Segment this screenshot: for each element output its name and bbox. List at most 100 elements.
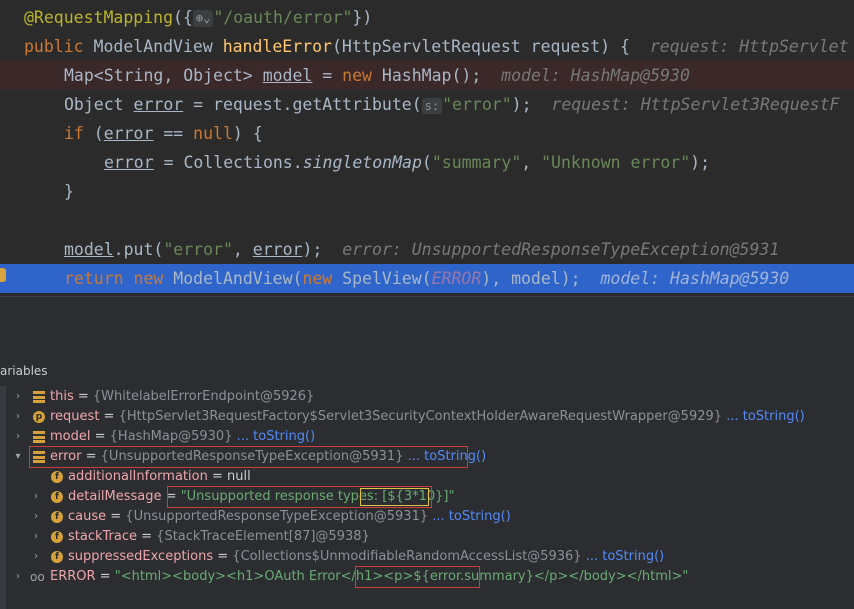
var-value: {UnsupportedResponseTypeException@5931} bbox=[125, 509, 429, 524]
mapping-path-string: "/oauth/error" bbox=[213, 8, 353, 27]
tree-row-stack-trace[interactable]: › f stackTrace = {StackTraceElement[87]@… bbox=[0, 527, 854, 547]
annotation: @RequestMapping bbox=[24, 8, 174, 27]
code-text: = Collections. bbox=[153, 153, 303, 172]
tree-row-additional-information[interactable]: f additionalInformation = null bbox=[0, 467, 854, 487]
code-text: ); bbox=[690, 153, 711, 172]
code-text: Object bbox=[64, 95, 134, 114]
keyword: new bbox=[342, 66, 372, 85]
var-value: {StackTraceElement[87]@5938} bbox=[156, 529, 370, 544]
variable: model bbox=[262, 66, 313, 85]
equals-sign: = bbox=[99, 409, 119, 424]
chevron-down-icon[interactable]: ▾ bbox=[13, 447, 23, 467]
variable: error bbox=[133, 95, 184, 114]
variables-tree[interactable]: › this = {WhitelabelErrorEndpoint@5926} … bbox=[0, 386, 854, 609]
var-name: stackTrace bbox=[68, 529, 137, 544]
keyword: null bbox=[193, 124, 233, 143]
code-text: ({ bbox=[173, 8, 193, 27]
annotation-box-error-summary bbox=[355, 566, 480, 588]
var-value: null bbox=[227, 469, 251, 484]
local-variable-icon bbox=[33, 431, 45, 443]
code-text: ( bbox=[421, 153, 432, 172]
code-text: HashMap(); bbox=[371, 66, 482, 85]
code-text: , bbox=[521, 153, 542, 172]
var-name: detailMessage bbox=[68, 489, 162, 504]
variables-panel-title: ariables bbox=[0, 364, 48, 378]
to-string-link[interactable]: ... toString() bbox=[237, 429, 316, 444]
keyword: public bbox=[24, 37, 84, 56]
method-name: handleError bbox=[222, 37, 332, 56]
parameter-icon: p bbox=[33, 411, 45, 423]
inline-value-hint: model: HashMap@5930 bbox=[600, 269, 790, 288]
code-line-1: @RequestMapping({⊕⌄ "/oauth/error"}) bbox=[0, 3, 854, 32]
string-literal: "summary" bbox=[431, 153, 522, 172]
var-value: {HashMap@5930} bbox=[109, 429, 233, 444]
keyword: return bbox=[64, 269, 124, 288]
variable: model bbox=[64, 240, 114, 259]
chevron-right-icon[interactable]: › bbox=[13, 387, 23, 407]
var-name: request bbox=[50, 409, 100, 424]
equals-sign: = bbox=[106, 509, 126, 524]
variable: error bbox=[104, 153, 154, 172]
code-text: ) { bbox=[232, 124, 263, 143]
code-line-2: public ModelAndView handleError(HttpServ… bbox=[0, 32, 854, 61]
code-text: .put( bbox=[113, 240, 164, 259]
equals-sign: = bbox=[213, 549, 233, 564]
execution-point-marker-icon[interactable] bbox=[0, 268, 6, 282]
stack-frame-icon bbox=[33, 391, 45, 403]
parameter-hint: s: bbox=[421, 97, 443, 114]
code-text: SpelView( bbox=[332, 269, 432, 288]
code-line-4: Object error = request.getAttribute(s: "e… bbox=[0, 90, 854, 119]
to-string-link[interactable]: ... toString() bbox=[432, 509, 511, 524]
chevron-right-icon[interactable]: › bbox=[13, 407, 23, 427]
code-text: = bbox=[312, 66, 343, 85]
chevron-right-icon[interactable]: › bbox=[13, 427, 23, 447]
code-editor[interactable]: @RequestMapping({⊕⌄ "/oauth/error"}) publ… bbox=[0, 0, 854, 296]
code-text: }) bbox=[352, 8, 373, 27]
chevron-right-icon[interactable]: › bbox=[31, 487, 41, 507]
equals-sign: = bbox=[95, 569, 115, 584]
tree-row-cause[interactable]: › f cause = {UnsupportedResponseTypeExce… bbox=[0, 507, 854, 527]
inline-value-hint: request: HttpServlet bbox=[649, 37, 849, 56]
code-line-6: error = Collections.singletonMap("summar… bbox=[0, 148, 854, 177]
code-text: = request.getAttribute( bbox=[183, 95, 422, 114]
tree-row-suppressed-exceptions[interactable]: › f suppressedExceptions = {Collections$… bbox=[0, 547, 854, 567]
field-icon: f bbox=[51, 511, 63, 523]
chevron-right-icon[interactable]: › bbox=[31, 527, 41, 547]
code-text: ); bbox=[511, 95, 532, 114]
chevron-right-icon[interactable]: › bbox=[31, 547, 41, 567]
variable: error bbox=[103, 124, 154, 143]
annotation-box-error bbox=[29, 446, 468, 468]
var-value: {Collections$UnmodifiableRandomAccessLis… bbox=[232, 549, 582, 564]
keyword: new bbox=[302, 269, 333, 288]
annotation-box-payload bbox=[360, 488, 429, 506]
code-text: Map<String, Object> bbox=[64, 66, 263, 85]
var-name: additionalInformation bbox=[68, 469, 208, 484]
code-text: } bbox=[64, 182, 74, 201]
code-text: ), model); bbox=[481, 269, 581, 288]
chevron-right-icon[interactable]: › bbox=[31, 507, 41, 527]
chevron-right-icon[interactable]: › bbox=[13, 567, 23, 587]
tree-row-request[interactable]: › p request = {HttpServlet3RequestFactor… bbox=[0, 407, 854, 427]
to-string-link[interactable]: ... toString() bbox=[586, 549, 665, 564]
panel-divider[interactable] bbox=[0, 296, 854, 297]
keyword: if bbox=[64, 124, 84, 143]
field-icon: f bbox=[51, 491, 63, 503]
var-name: model bbox=[50, 429, 91, 444]
inline-value-hint: request: HttpServlet3RequestF bbox=[551, 95, 840, 114]
code-line-9: model.put("error", error); error: Unsupp… bbox=[0, 235, 854, 264]
code-text: , bbox=[232, 240, 253, 259]
equals-sign: = bbox=[137, 529, 157, 544]
code-text: ModelAndView bbox=[83, 37, 223, 56]
code-text: ( bbox=[83, 124, 104, 143]
field-icon: f bbox=[51, 531, 63, 543]
watch-icon: oo bbox=[30, 570, 45, 584]
code-text: ModelAndView( bbox=[163, 269, 303, 288]
string-literal: "error" bbox=[442, 95, 512, 114]
tree-row-this[interactable]: › this = {WhitelabelErrorEndpoint@5926} bbox=[0, 387, 854, 407]
to-string-link[interactable]: ... toString() bbox=[726, 409, 805, 424]
tree-row-model[interactable]: › model = {HashMap@5930} ... toString() bbox=[0, 427, 854, 447]
code-text: == bbox=[153, 124, 194, 143]
var-value: {WhitelabelErrorEndpoint@5926} bbox=[92, 389, 315, 404]
equals-sign: = bbox=[90, 429, 110, 444]
globe-icon[interactable]: ⊕⌄ bbox=[192, 10, 214, 27]
